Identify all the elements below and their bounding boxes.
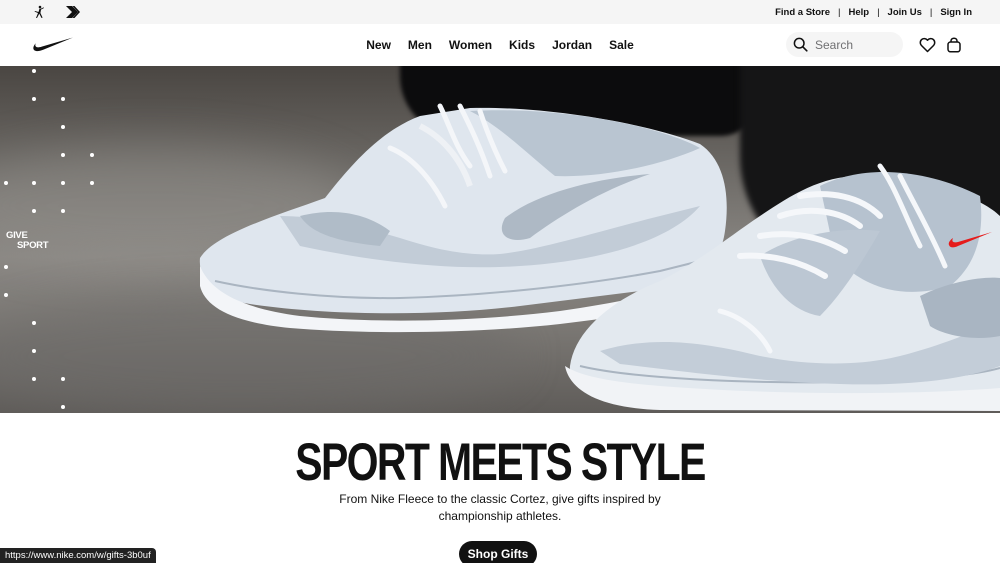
search-input[interactable] xyxy=(815,37,895,52)
hero-banner[interactable]: GIVE SPORT xyxy=(0,66,1000,413)
jordan-jumpman-icon xyxy=(34,5,44,19)
nav-women[interactable]: Women xyxy=(449,38,492,52)
nike-swoosh-icon xyxy=(33,37,73,52)
search-box[interactable] xyxy=(786,32,903,57)
brand-links xyxy=(32,5,80,19)
give-sport-badge: GIVE SPORT xyxy=(6,231,49,251)
badge-line: SPORT xyxy=(17,240,49,251)
nav-kids[interactable]: Kids xyxy=(509,38,535,52)
find-a-store-link[interactable]: Find a Store xyxy=(775,7,830,18)
nav-jordan[interactable]: Jordan xyxy=(552,38,592,52)
separator: | xyxy=(877,6,880,18)
promo-subtext: From Nike Fleece to the classic Cortez, … xyxy=(339,492,661,523)
jordan-link[interactable] xyxy=(32,5,46,19)
bag-button[interactable] xyxy=(945,36,963,54)
sneakers-image xyxy=(199,103,1000,411)
separator: | xyxy=(838,6,841,18)
separator: | xyxy=(929,6,933,18)
search-icon[interactable] xyxy=(792,36,809,53)
main-header: New Men Women Kids Jordan Sale xyxy=(0,24,1000,66)
utility-bar: Find a Store | Help | Join Us | Sign In xyxy=(0,0,1000,24)
converse-link[interactable] xyxy=(66,6,80,18)
converse-chevron-icon xyxy=(66,6,80,18)
promo-headline: SPORT MEETS STYLE xyxy=(295,432,706,492)
sign-in-link[interactable]: Sign In xyxy=(940,7,972,18)
status-bar-url: https://www.nike.com/w/gifts-3b0uf xyxy=(0,548,156,563)
help-link[interactable]: Help xyxy=(848,7,869,18)
nike-logo-link[interactable] xyxy=(32,36,74,57)
nav-men[interactable]: Men xyxy=(408,38,432,52)
nav-new[interactable]: New xyxy=(366,38,391,52)
shop-gifts-button[interactable]: Shop Gifts xyxy=(459,541,537,563)
utility-links: Find a Store | Help | Join Us | Sign In xyxy=(775,7,972,18)
nav-sale[interactable]: Sale xyxy=(609,38,634,52)
join-us-link[interactable]: Join Us xyxy=(888,7,922,18)
bag-icon xyxy=(947,37,961,53)
heart-icon xyxy=(919,37,935,53)
favorites-button[interactable] xyxy=(918,36,936,54)
